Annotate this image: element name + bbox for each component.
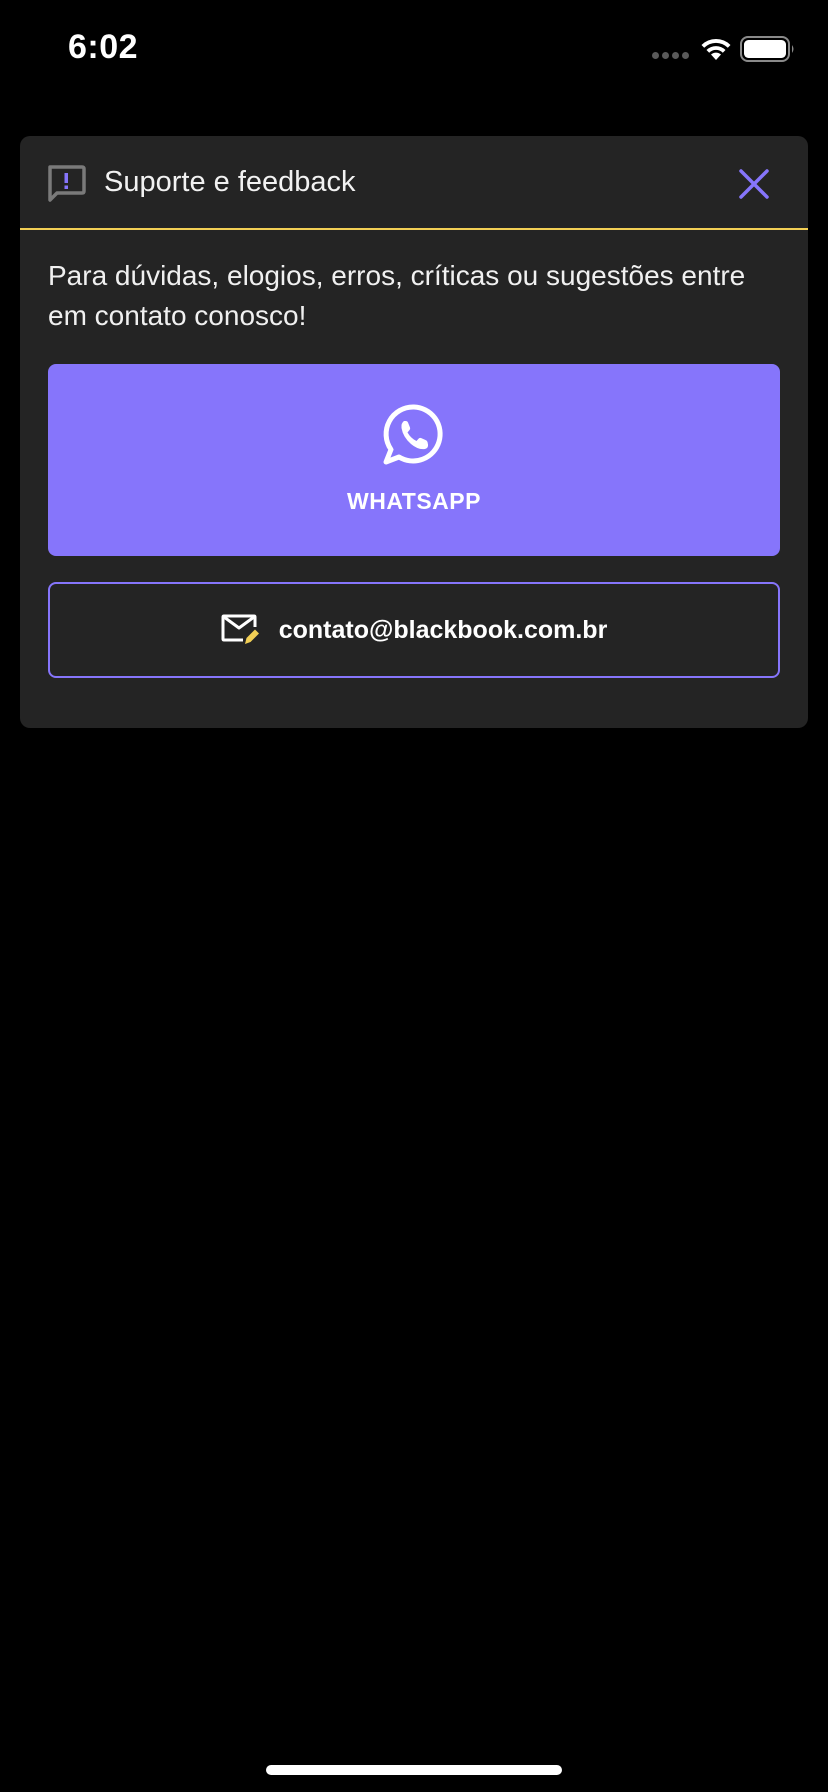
feedback-icon bbox=[48, 165, 86, 202]
email-label: contato@blackbook.com.br bbox=[278, 615, 608, 644]
close-button[interactable] bbox=[734, 164, 774, 204]
dialog-description: Para dúvidas, elogios, erros, críticas o… bbox=[48, 260, 746, 331]
status-bar: 6:02 bbox=[0, 0, 828, 100]
battery-icon bbox=[740, 36, 794, 62]
dialog-body: Para dúvidas, elogios, erros, críticas o… bbox=[20, 230, 808, 678]
close-icon bbox=[739, 169, 769, 199]
wifi-icon bbox=[701, 38, 731, 60]
dialog-title: Suporte e feedback bbox=[104, 166, 356, 198]
email-edit-icon bbox=[221, 614, 259, 644]
whatsapp-button[interactable]: WHATSAPP bbox=[48, 364, 780, 556]
status-time: 6:02 bbox=[68, 28, 139, 66]
support-dialog: Suporte e feedback Para dúvidas, elogios… bbox=[20, 136, 808, 728]
home-indicator[interactable] bbox=[266, 1765, 562, 1775]
screen: 6:02 Suporte e feedback Para dúvidas, el… bbox=[0, 0, 828, 1792]
dialog-header: Suporte e feedback bbox=[20, 136, 808, 230]
cellular-signal-icon bbox=[652, 52, 689, 59]
email-button[interactable]: contato@blackbook.com.br bbox=[48, 582, 780, 678]
whatsapp-icon bbox=[383, 404, 443, 465]
whatsapp-label: WHATSAPP bbox=[347, 488, 481, 514]
